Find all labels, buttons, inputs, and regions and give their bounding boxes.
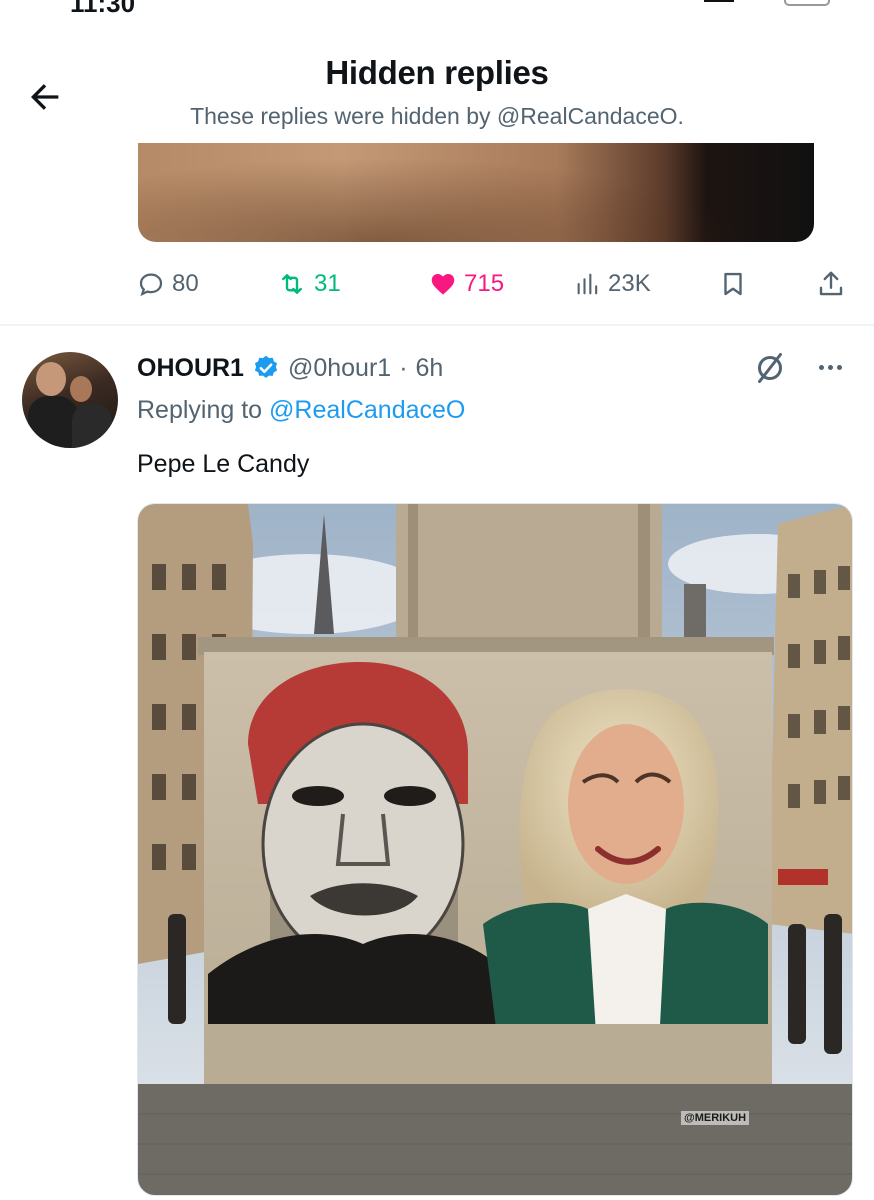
- share-button[interactable]: [816, 262, 846, 306]
- avatar-figure: [28, 396, 78, 446]
- more-icon[interactable]: [810, 352, 850, 382]
- avatar[interactable]: [22, 352, 118, 448]
- page-subtitle: These replies were hidden by @RealCandac…: [190, 103, 684, 129]
- tweet-divider: [0, 324, 874, 326]
- analytics-icon: [577, 273, 598, 295]
- replying-to: Replying to @RealCandaceO: [137, 396, 465, 425]
- reply-media[interactable]: @MERIKUH: [137, 503, 853, 1196]
- image-watermark: @MERIKUH: [681, 1111, 750, 1125]
- bookmark-button[interactable]: [718, 262, 748, 306]
- like-button[interactable]: 715: [428, 262, 504, 306]
- reply-button[interactable]: 80: [136, 262, 199, 306]
- reply-header: OHOUR1 @0hour1 · 6h: [137, 348, 443, 388]
- previous-tweet-media[interactable]: [138, 143, 814, 242]
- retweet-icon: [282, 274, 302, 294]
- like-count: 715: [464, 270, 505, 297]
- tweet-text: Pepe Le Candy: [137, 450, 310, 478]
- bookmark-icon: [724, 272, 742, 296]
- avatar-face: [70, 376, 92, 402]
- display-name[interactable]: OHOUR1: [137, 354, 244, 383]
- status-time: 11:30: [70, 0, 136, 18]
- verified-badge-icon: [254, 355, 278, 378]
- media-shading: [138, 143, 814, 242]
- share-icon: [819, 271, 843, 296]
- views-count: 23K: [608, 270, 651, 297]
- more-dot: [836, 364, 842, 370]
- more-dot: [827, 364, 833, 370]
- retweet-button[interactable]: 31: [276, 262, 341, 306]
- page-title: Hidden replies: [325, 54, 549, 91]
- replying-prefix: Replying to: [137, 396, 263, 424]
- avatar-face: [36, 362, 66, 396]
- timestamp[interactable]: 6h: [416, 354, 444, 383]
- heart-icon: [431, 274, 455, 295]
- more-dot: [818, 364, 824, 370]
- hide-reply-icon[interactable]: [752, 350, 788, 386]
- status-bar: 11:30: [0, 0, 874, 22]
- mural-photo: [138, 504, 852, 1195]
- battery-icon: [784, 0, 830, 6]
- reply-count: 80: [172, 270, 199, 297]
- avatar-figure: [72, 404, 112, 448]
- header: Hidden replies These replies were hidden…: [0, 48, 874, 144]
- separator-dot: ·: [399, 353, 408, 382]
- previous-tweet-actions: 80 31 715 23K: [136, 262, 856, 306]
- retweet-count: 31: [314, 270, 341, 297]
- signal-icon: [704, 0, 734, 2]
- replying-to-link[interactable]: @RealCandaceO: [269, 396, 465, 424]
- comment-icon: [139, 273, 163, 297]
- user-handle[interactable]: @0hour1: [288, 354, 391, 383]
- views-button[interactable]: 23K: [574, 262, 651, 306]
